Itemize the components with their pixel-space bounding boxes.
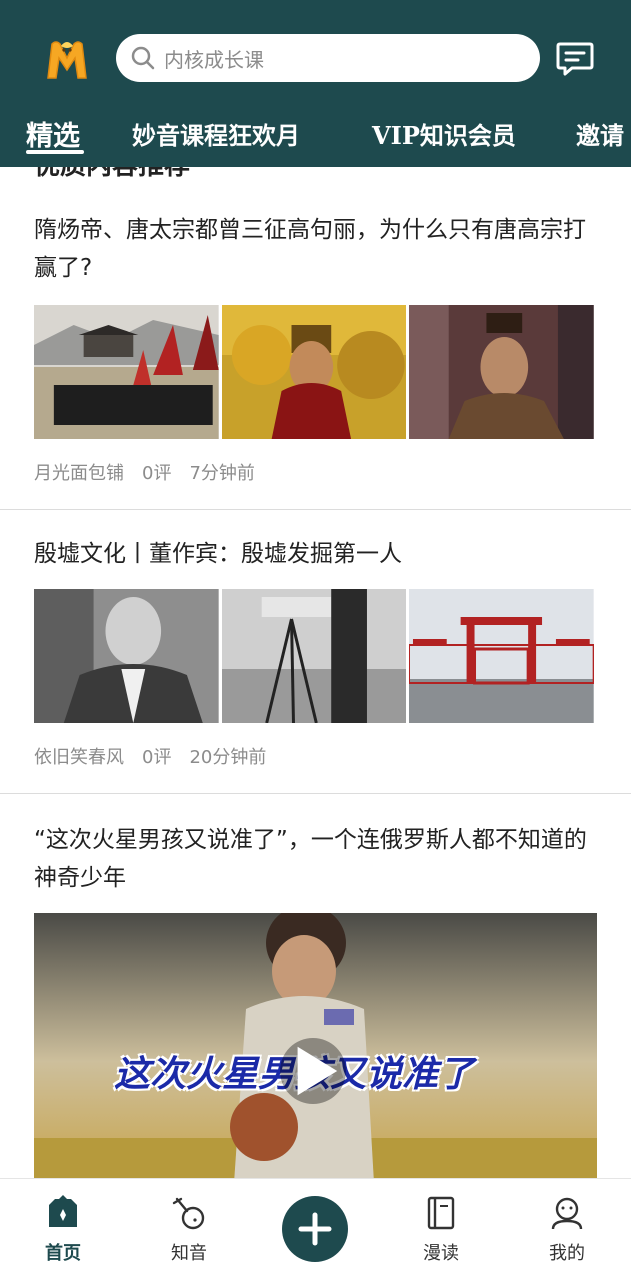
tab-invite[interactable]: 邀请 — [576, 116, 624, 151]
profile-icon — [551, 1197, 583, 1230]
author-name[interactable]: 月光面包铺 — [34, 459, 124, 485]
add-icon — [298, 1212, 332, 1246]
comment-count: 0评 — [142, 463, 172, 484]
publish-time: 20分钟前 — [189, 747, 267, 768]
feed[interactable]: 优质内容推荐 隋炀帝、唐太宗都曾三征高句丽，为什么只有唐高宗打赢了? — [0, 167, 631, 1178]
thumbnail-image[interactable] — [409, 305, 595, 439]
nav-zhiyin[interactable]: 知音 — [149, 1195, 229, 1265]
nav-label: 知音 — [171, 1243, 207, 1264]
article-title[interactable]: “这次火星男孩又说准了”，一个连俄罗斯人都不知道的神奇少年 — [34, 821, 600, 897]
article-title[interactable]: 殷墟文化丨董作宾：殷墟发掘第一人 — [34, 535, 600, 573]
publish-time: 7分钟前 — [189, 463, 255, 484]
thumbnail-image[interactable] — [409, 589, 595, 723]
nav-label: 我的 — [549, 1243, 585, 1264]
nav-profile[interactable]: 我的 — [527, 1195, 607, 1265]
thumbnail-image[interactable] — [34, 589, 219, 723]
divider — [0, 509, 631, 510]
article-thumbnails[interactable] — [34, 589, 595, 723]
comment-count: 0评 — [142, 747, 172, 768]
nav-mandu[interactable]: 漫读 — [401, 1195, 481, 1265]
pipa-icon — [172, 1197, 205, 1230]
message-icon[interactable] — [556, 40, 594, 76]
nav-home[interactable]: 首页 — [23, 1195, 103, 1265]
thumbnail-image[interactable] — [221, 589, 407, 723]
play-icon — [297, 1046, 338, 1096]
add-button[interactable] — [282, 1196, 348, 1262]
play-button[interactable] — [280, 1038, 346, 1104]
video-player[interactable]: 这次火星男孩又说准了 — [34, 913, 597, 1178]
nav-label: 首页 — [45, 1243, 81, 1264]
article-thumbnails[interactable] — [34, 305, 595, 439]
search-icon — [131, 46, 155, 70]
nav-label: 漫读 — [423, 1243, 459, 1264]
article-title[interactable]: 隋炀帝、唐太宗都曾三征高句丽，为什么只有唐高宗打赢了? — [34, 211, 600, 287]
section-heading: 优质内容推荐 — [34, 167, 190, 182]
author-name[interactable]: 依旧笑春风 — [34, 743, 124, 769]
divider — [0, 793, 631, 794]
app-logo[interactable] — [44, 36, 90, 82]
search-input[interactable]: 内核成长课 — [164, 44, 264, 73]
bottom-navigation: 首页 知音 漫读 我的 — [0, 1178, 631, 1280]
article-meta: 月光面包铺 0评 7分钟前 — [34, 459, 273, 485]
article-meta: 依旧笑春风 0评 20分钟前 — [34, 743, 284, 769]
search-bar[interactable]: 内核成长课 — [116, 34, 540, 82]
active-tab-indicator — [26, 150, 84, 154]
home-icon — [49, 1195, 77, 1227]
thumbnail-image[interactable] — [34, 305, 219, 439]
category-tabs: 精选 妙音课程狂欢月 VIP知识会员 邀请 — [0, 112, 631, 162]
tab-vip-knowledge[interactable]: VIP知识会员 — [372, 116, 516, 151]
tab-course-carnival[interactable]: 妙音课程狂欢月 — [132, 116, 300, 151]
book-icon — [427, 1196, 455, 1230]
thumbnail-image[interactable] — [221, 305, 407, 439]
tab-featured[interactable]: 精选 — [26, 114, 80, 153]
top-header: 内核成长课 精选 妙音课程狂欢月 VIP知识会员 邀请 — [0, 0, 631, 167]
